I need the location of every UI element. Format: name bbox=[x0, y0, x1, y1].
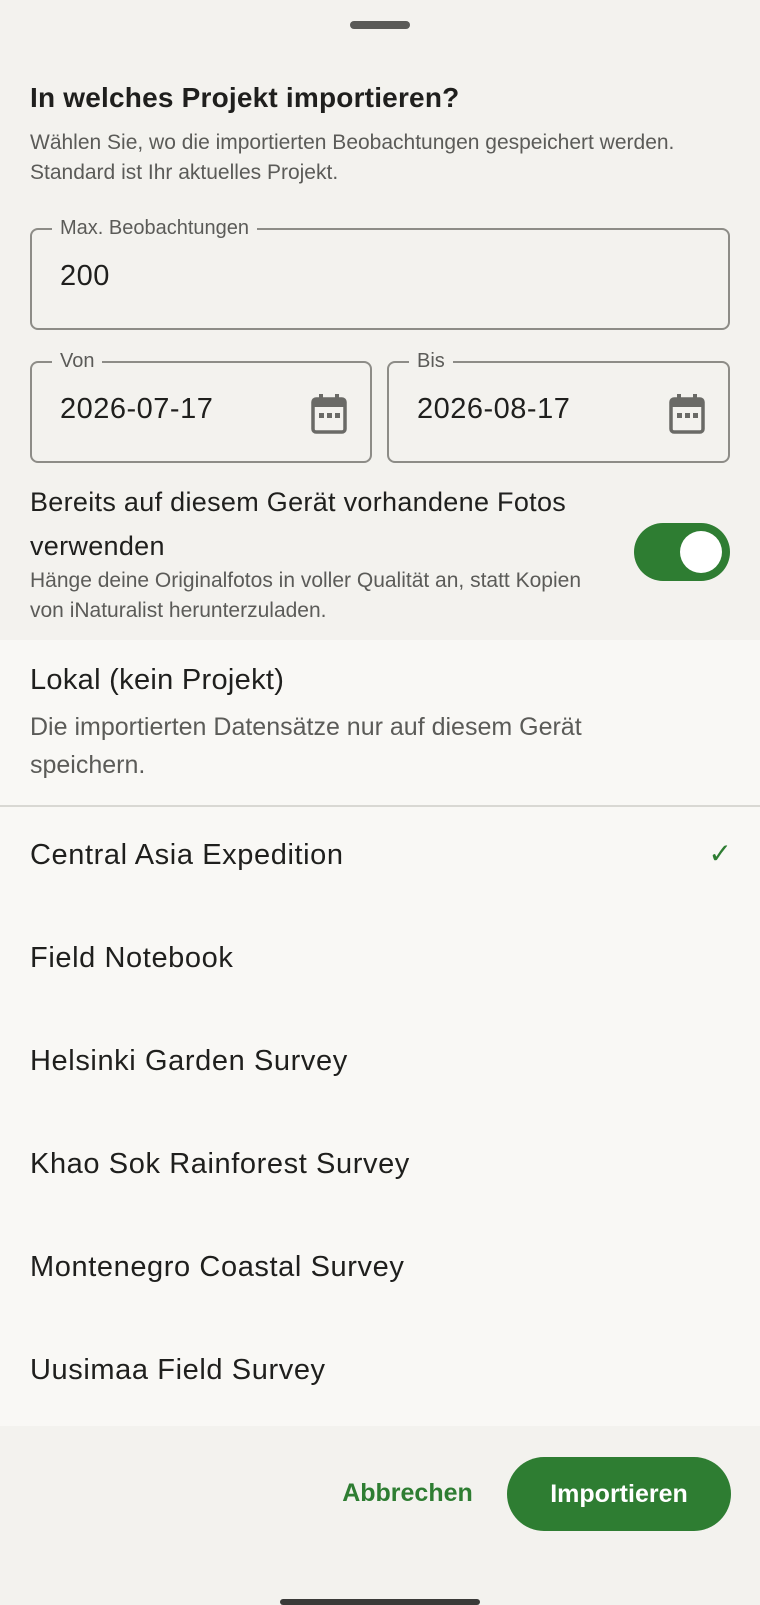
project-item[interactable]: Uusimaa Field Survey bbox=[0, 1322, 760, 1425]
bottom-sheet: In welches Projekt importieren? Wählen S… bbox=[0, 0, 760, 1605]
import-button[interactable]: Importieren bbox=[507, 1457, 731, 1531]
use-local-photos-title: Bereits auf diesem Gerät vorhandene Foto… bbox=[30, 487, 567, 561]
project-name: Uusimaa Field Survey bbox=[30, 1354, 326, 1386]
use-local-photos-switch[interactable] bbox=[634, 523, 730, 581]
project-name: Field Notebook bbox=[30, 942, 234, 974]
dialog-title: In welches Projekt importieren? bbox=[30, 82, 460, 113]
from-date-label: Von bbox=[52, 348, 103, 374]
project-item[interactable]: Field Notebook bbox=[0, 910, 760, 1013]
drag-handle[interactable] bbox=[350, 21, 410, 29]
project-name: Helsinki Garden Survey bbox=[30, 1045, 348, 1077]
to-date-field[interactable]: Bis 2026-08-17 bbox=[387, 348, 730, 463]
local-option-description: Die importierten Datensätze nur auf dies… bbox=[30, 713, 582, 779]
from-date-value[interactable]: 2026-07-17 bbox=[60, 393, 213, 426]
switch-knob bbox=[680, 531, 722, 573]
check-icon: ✓ bbox=[708, 838, 732, 869]
project-item[interactable]: Khao Sok Rainforest Survey bbox=[0, 1116, 760, 1219]
calendar-icon[interactable] bbox=[668, 393, 706, 435]
gesture-nav-bar bbox=[280, 1599, 480, 1605]
to-date-label: Bis bbox=[409, 348, 453, 374]
cancel-button[interactable]: Abbrechen bbox=[330, 1456, 485, 1530]
max-observations-field[interactable]: Max. Beobachtungen 200 bbox=[30, 215, 730, 330]
from-date-field[interactable]: Von 2026-07-17 bbox=[30, 348, 372, 463]
project-item[interactable]: Helsinki Garden Survey bbox=[0, 1013, 760, 1116]
to-date-value[interactable]: 2026-08-17 bbox=[417, 393, 570, 426]
max-observations-label: Max. Beobachtungen bbox=[52, 215, 258, 241]
local-option-title: Lokal (kein Projekt) bbox=[30, 664, 285, 696]
project-item[interactable]: Central Asia Expedition ✓ bbox=[0, 807, 760, 910]
dialog-subtitle: Wählen Sie, wo die importierten Beobacht… bbox=[30, 131, 675, 184]
project-name: Central Asia Expedition bbox=[30, 839, 344, 871]
max-observations-value[interactable]: 200 bbox=[60, 260, 110, 293]
project-name: Khao Sok Rainforest Survey bbox=[30, 1148, 410, 1180]
project-name: Montenegro Coastal Survey bbox=[30, 1251, 405, 1283]
use-local-photos-description: Hänge deine Originalfotos in voller Qual… bbox=[30, 569, 581, 622]
calendar-icon[interactable] bbox=[310, 393, 348, 435]
project-item[interactable]: Montenegro Coastal Survey bbox=[0, 1219, 760, 1322]
